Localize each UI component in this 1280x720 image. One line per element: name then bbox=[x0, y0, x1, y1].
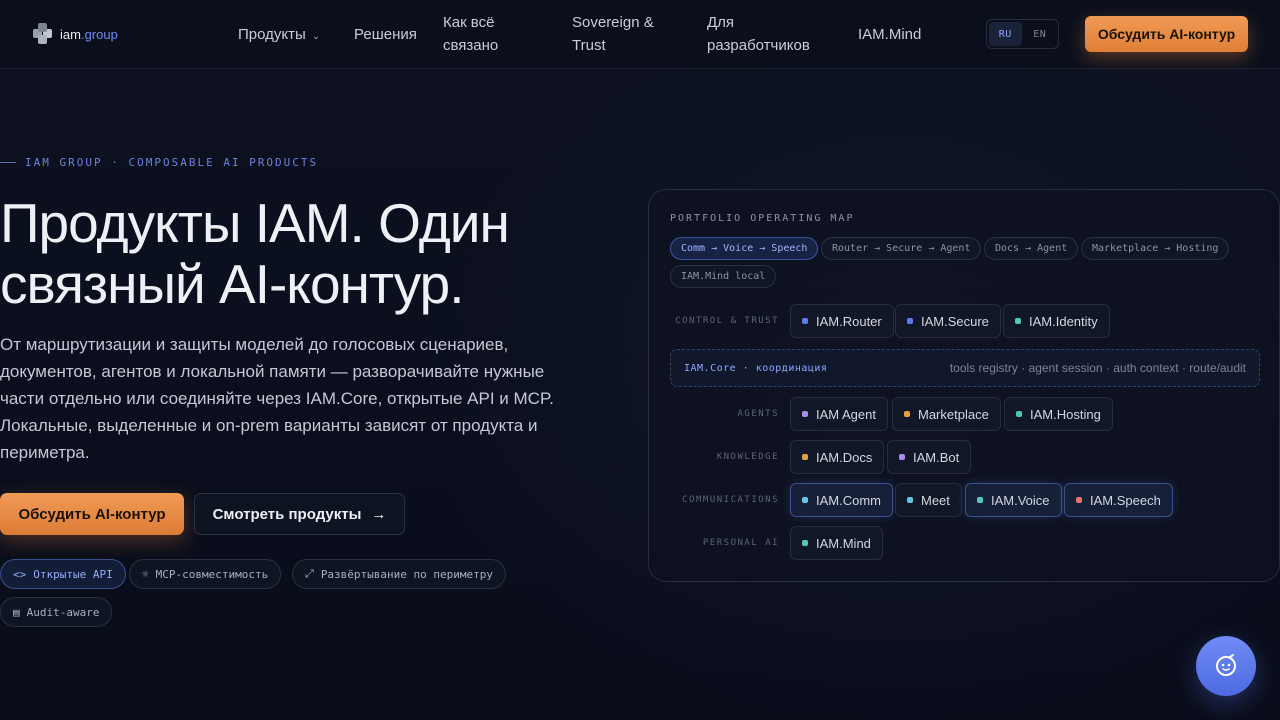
row-label-communications: COMMUNICATIONS bbox=[682, 495, 779, 505]
node-label: IAM.Voice bbox=[991, 492, 1050, 508]
status-dot bbox=[899, 454, 905, 460]
flow-docs-agent[interactable]: Docs → Agent bbox=[984, 237, 1079, 260]
chip-open-api-label: Открытые API bbox=[33, 567, 113, 581]
row-label-personal-ai: PERSONAL AI bbox=[702, 538, 779, 548]
arrow-right-icon: → bbox=[371, 505, 387, 523]
node-iam-bot[interactable]: IAM.Bot bbox=[887, 440, 972, 474]
status-dot bbox=[907, 318, 913, 324]
flow-comm-voice-speech[interactable]: Comm → Voice → Speech bbox=[670, 237, 819, 260]
core-label: IAM.Core · координация bbox=[684, 362, 828, 374]
status-dot bbox=[1016, 411, 1022, 417]
flow-iam-mind-local[interactable]: IAM.Mind local bbox=[670, 265, 777, 288]
flow-router-secure-agent[interactable]: Router → Secure → Agent bbox=[821, 237, 982, 260]
chevron-down-icon: ⌄ bbox=[311, 31, 321, 42]
site-header: iam.group Продукты ⌄ Решения Как всё связ… bbox=[0, 0, 1280, 69]
node-label: IAM.Mind bbox=[816, 535, 871, 551]
eyebrow-line bbox=[0, 162, 16, 163]
node-label: IAM.Speech bbox=[1090, 492, 1161, 508]
nav-how-connected[interactable]: Как всё связано bbox=[443, 11, 543, 57]
chip-audit-label: Audit-aware bbox=[26, 605, 100, 619]
node-label: IAM.Identity bbox=[1029, 313, 1098, 329]
node-label: IAM.Hosting bbox=[1030, 406, 1101, 422]
sun-icon: ☼ bbox=[142, 567, 149, 581]
node-label: Meet bbox=[921, 492, 950, 508]
portfolio-map-title: PORTFOLIO OPERATING MAP bbox=[670, 213, 855, 224]
chip-mcp[interactable]: ☼ MCP-совместимость bbox=[129, 559, 282, 589]
hero-title: Продукты IAM. Один связный AI-контур. bbox=[0, 193, 600, 315]
status-dot bbox=[1015, 318, 1021, 324]
logo-cube-icon bbox=[32, 23, 54, 45]
nav-iam-mind[interactable]: IAM.Mind bbox=[858, 23, 921, 46]
status-dot bbox=[907, 497, 913, 503]
status-dot bbox=[802, 454, 808, 460]
logo[interactable]: iam.group bbox=[32, 23, 118, 45]
view-products-label: Смотреть продукты bbox=[212, 505, 362, 523]
nav-solutions[interactable]: Решения bbox=[354, 23, 417, 46]
row-label-control-trust: CONTROL & TRUST bbox=[675, 316, 779, 326]
hero-eyebrow: IAM GROUP · COMPOSABLE AI PRODUCTS bbox=[0, 156, 318, 169]
status-dot bbox=[802, 497, 808, 503]
expand-icon: ⤢ bbox=[305, 567, 314, 580]
lang-ru-button[interactable]: RU bbox=[989, 22, 1022, 46]
view-products-button[interactable]: Смотреть продукты → bbox=[194, 493, 405, 535]
row-label-knowledge: KNOWLEDGE bbox=[716, 452, 779, 462]
eyebrow-text: IAM GROUP · COMPOSABLE AI PRODUCTS bbox=[25, 156, 319, 169]
node-label: Marketplace bbox=[918, 406, 989, 422]
hero-discuss-button[interactable]: Обсудить AI-контур bbox=[0, 493, 184, 535]
node-iam-secure[interactable]: IAM.Secure bbox=[895, 304, 1001, 338]
chip-open-api[interactable]: <> Открытые API bbox=[0, 559, 126, 589]
node-label: IAM.Secure bbox=[921, 313, 989, 329]
chip-perimeter-label: Развёртывание по периметру bbox=[320, 567, 493, 581]
node-label: IAM Agent bbox=[816, 406, 876, 422]
status-dot bbox=[904, 411, 910, 417]
node-iam-comm[interactable]: IAM.Comm bbox=[790, 483, 893, 517]
chip-perimeter[interactable]: ⤢ Развёртывание по периметру bbox=[292, 559, 506, 589]
hero-description: От маршрутизации и защиты моделей до гол… bbox=[0, 335, 554, 462]
chat-button[interactable] bbox=[1196, 636, 1256, 696]
node-iam-identity[interactable]: IAM.Identity bbox=[1003, 304, 1110, 338]
status-dot bbox=[802, 540, 808, 546]
flow-marketplace-hosting[interactable]: Marketplace → Hosting bbox=[1081, 237, 1230, 260]
status-dot bbox=[977, 497, 983, 503]
node-iam-router[interactable]: IAM.Router bbox=[790, 304, 894, 338]
status-dot bbox=[802, 411, 808, 417]
logo-text: iam.group bbox=[60, 26, 118, 42]
row-label-agents: AGENTS bbox=[737, 409, 779, 419]
document-icon: ▤ bbox=[13, 605, 20, 619]
discuss-ai-contour-button[interactable]: Обсудить AI-контур bbox=[1085, 16, 1248, 52]
nav-developers[interactable]: Для разработчиков bbox=[707, 11, 832, 57]
lang-en-button[interactable]: EN bbox=[1024, 22, 1057, 46]
nav-products-label: Продукты bbox=[238, 26, 306, 43]
language-switcher: RU EN bbox=[986, 19, 1059, 49]
chat-bot-icon bbox=[1216, 654, 1236, 676]
hero-title-line-1: Продукты IAM. Один bbox=[0, 192, 510, 254]
portfolio-map-panel: PORTFOLIO OPERATING MAP Comm → Voice → S… bbox=[648, 189, 1280, 582]
status-dot bbox=[1076, 497, 1082, 503]
node-label: IAM.Bot bbox=[913, 449, 960, 465]
node-iam-mind[interactable]: IAM.Mind bbox=[790, 526, 883, 560]
code-icon: <> bbox=[13, 567, 27, 581]
node-iam-agent[interactable]: IAM Agent bbox=[790, 397, 888, 431]
node-iam-speech[interactable]: IAM.Speech bbox=[1064, 483, 1173, 517]
chip-mcp-label: MCP-совместимость bbox=[155, 567, 269, 581]
hero-title-line-2: связный AI-контур. bbox=[0, 253, 464, 315]
node-label: IAM.Comm bbox=[816, 492, 881, 508]
node-label: IAM.Router bbox=[816, 313, 882, 329]
node-marketplace[interactable]: Marketplace bbox=[892, 397, 1001, 431]
node-iam-docs[interactable]: IAM.Docs bbox=[790, 440, 885, 474]
nav-sovereign-trust[interactable]: Sovereign & Trust bbox=[572, 11, 682, 57]
node-label: IAM.Docs bbox=[816, 449, 873, 465]
node-iam-hosting[interactable]: IAM.Hosting bbox=[1004, 397, 1113, 431]
nav-products[interactable]: Продукты ⌄ bbox=[238, 23, 320, 48]
core-meta: tools registry · agent session · auth co… bbox=[949, 361, 1246, 375]
status-dot bbox=[802, 318, 808, 324]
iam-core-bar[interactable]: IAM.Core · координация tools registry · … bbox=[670, 349, 1260, 387]
node-meet[interactable]: Meet bbox=[895, 483, 962, 517]
node-iam-voice[interactable]: IAM.Voice bbox=[965, 483, 1062, 517]
chip-audit[interactable]: ▤ Audit-aware bbox=[0, 597, 113, 627]
